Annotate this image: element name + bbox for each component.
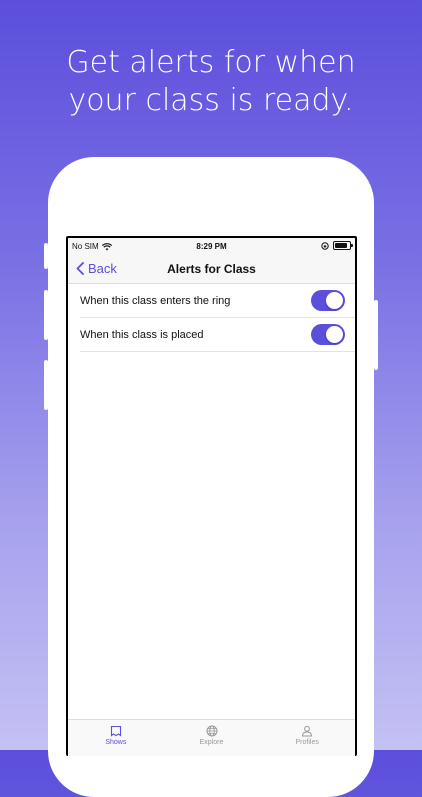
status-bar: No SIM 8:29 PM: [68, 238, 355, 255]
globe-icon: [206, 725, 217, 737]
page-title: Alerts for Class: [167, 262, 256, 276]
phone-side-button: [44, 243, 48, 269]
alert-label-placed: When this class is placed: [80, 328, 204, 341]
alert-row-placed: When this class is placed: [80, 318, 355, 352]
shows-icon: [110, 725, 121, 737]
alert-label-enters-ring: When this class enters the ring: [80, 294, 231, 307]
tab-explore[interactable]: Explore: [164, 720, 260, 756]
placed-toggle[interactable]: [311, 324, 345, 345]
tab-profiles-label: Profiles: [295, 739, 319, 746]
orientation-lock-icon: [321, 241, 329, 250]
tab-bar: Shows Explore Profiles: [68, 719, 355, 756]
enters-ring-toggle[interactable]: [311, 290, 345, 311]
status-time: 8:29 PM: [196, 242, 227, 251]
phone-power-button: [374, 300, 378, 370]
alert-row-enters-ring: When this class enters the ring: [80, 284, 355, 318]
navigation-bar: Back Alerts for Class: [68, 255, 355, 284]
phone-volume-up-button: [44, 290, 48, 340]
phone-screen: No SIM 8:29 PM Back Alerts for Class Whe…: [66, 236, 357, 756]
battery-icon: [333, 241, 353, 250]
tab-profiles[interactable]: Profiles: [259, 720, 355, 756]
person-icon: [302, 725, 313, 737]
headline: Get alerts for when your class is ready.: [0, 44, 422, 120]
headline-line-2: your class is ready.: [68, 83, 354, 118]
alerts-list: When this class enters the ring When thi…: [68, 284, 355, 352]
tab-shows[interactable]: Shows: [68, 720, 164, 756]
phone-volume-down-button: [44, 360, 48, 410]
tab-shows-label: Shows: [105, 739, 127, 746]
headline-line-1: Get alerts for when: [66, 45, 356, 80]
tab-explore-label: Explore: [199, 739, 224, 746]
